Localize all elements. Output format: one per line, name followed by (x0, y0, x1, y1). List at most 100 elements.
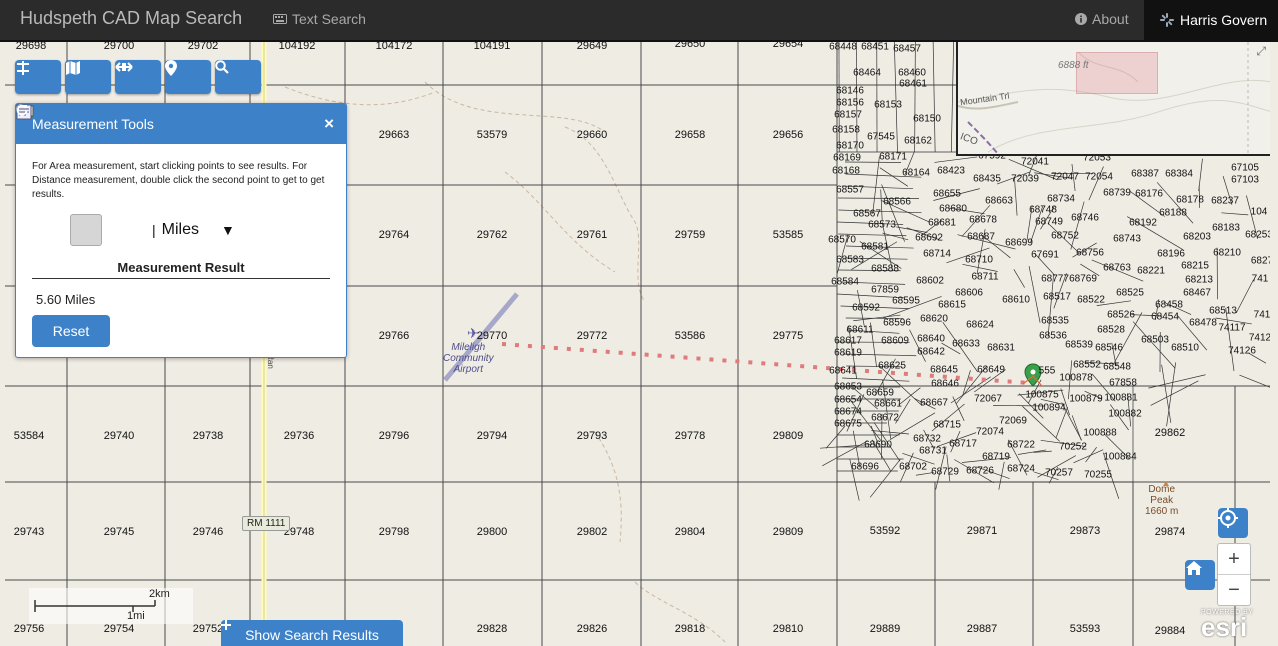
parcel-label-small: 68619 (834, 347, 862, 359)
parcel-label-small: 68171 (879, 151, 907, 163)
peak-line-1: Dome (1148, 484, 1176, 495)
parcel-label: 29804 (674, 526, 706, 538)
location-tool-button[interactable] (16, 104, 140, 245)
parcel-label-small: 68672 (871, 412, 899, 424)
parcel-label-small: 68548 (1103, 361, 1131, 373)
parcel-label-small: 68503 (1141, 334, 1169, 346)
instructions: For Area measurement, start clicking poi… (32, 161, 325, 200)
parcel-label-small: 68631 (987, 342, 1015, 354)
parcel-label-small: 72067 (974, 393, 1002, 405)
parcel-label-small: 68169 (833, 152, 861, 164)
user-menu[interactable]: Harris Govern (1144, 0, 1278, 40)
overview-map[interactable]: 6888 ft Mountain Trl ICO ⤢ (956, 42, 1270, 156)
parcel-label-small: 68573 (868, 219, 896, 231)
measure-button[interactable] (115, 60, 161, 94)
parcel-label-small: 104 (1250, 206, 1268, 218)
about-link[interactable]: About (1075, 11, 1129, 27)
parcel-label-small: 68732 (913, 433, 941, 445)
parcel-label-small: 100894 (1032, 402, 1066, 414)
map-view[interactable]: ✈ 29698 29700 29702 104192 104172 104191 29649… (5, 42, 1270, 646)
parcel-label-small: 68719 (982, 451, 1010, 463)
parcel-label-small: 68583 (836, 254, 864, 266)
layers-button[interactable] (15, 60, 61, 94)
parcel-label-small: 100882 (1108, 408, 1142, 420)
basemap-button[interactable] (65, 60, 111, 94)
parcel-label-small: 68699 (1005, 237, 1033, 249)
parcel-label-small: 68606 (955, 287, 983, 299)
parcel-label-small: 68611 (846, 324, 874, 336)
parcel-label-small: 100888 (1083, 427, 1117, 439)
parcel-label-small: 68536 (1039, 330, 1067, 342)
parcel-label-small: 68739 (1103, 187, 1131, 199)
parcel-label-small: 68454 (1151, 311, 1179, 323)
parcel-label-small: 68624 (966, 319, 994, 331)
parcel-label-small: 68458 (1155, 299, 1183, 311)
parcel-label-small: 68213 (1185, 274, 1213, 286)
parcel-label-small: 68752 (1051, 230, 1079, 242)
parcel-label-small: 6827 (1250, 255, 1270, 267)
area-tool-button[interactable] (17, 106, 62, 245)
parcel-label-small: 68535 (1041, 315, 1069, 327)
parcel-label-small: 68645 (930, 364, 958, 376)
esri-logo-text: esri (1201, 612, 1248, 642)
parcel-label-small: 67103 (1231, 174, 1259, 186)
parcel-label: 53592 (869, 525, 901, 537)
parcel-label-small: 68722 (1007, 439, 1035, 451)
parcel-label: 53585 (772, 229, 804, 241)
parcel-label-small: 68729 (931, 466, 959, 478)
units-dropdown[interactable]: | Miles ▼ (152, 221, 235, 239)
esri-logo: POWERED BY esri (1201, 609, 1253, 642)
location-button[interactable] (165, 60, 211, 94)
search-button[interactable] (215, 60, 261, 94)
parcel-label: 29650 (674, 42, 706, 50)
zoom-in-button[interactable]: + (1218, 544, 1250, 575)
parcel-label: 29775 (772, 330, 804, 342)
parcel-label-small: 68667 (920, 397, 948, 409)
parcel-label-small: 68221 (1137, 265, 1165, 277)
parcel-label-small: 68210 (1213, 247, 1241, 259)
parcel-label-small: 68170 (836, 140, 864, 152)
parcel-label-small: 68557 (836, 184, 864, 196)
parcel-label-small: 68702 (899, 461, 927, 473)
overview-elevation: 6888 ft (1058, 60, 1089, 71)
spinner-icon (1160, 13, 1174, 27)
parcel-label: 104191 (473, 42, 511, 52)
scale-km-label: 2km (149, 588, 170, 600)
result-value: 5.60 Miles (36, 292, 96, 307)
parcel-label-small: 68680 (939, 203, 967, 215)
overview-extent[interactable] (1076, 52, 1158, 94)
distance-tool-button[interactable] (16, 105, 102, 246)
refresh-icon (16, 104, 28, 116)
text-search-link[interactable]: Text Search (273, 11, 366, 27)
parcel-label-small: 68203 (1183, 231, 1211, 243)
parcel-label-small: 68653 (834, 381, 862, 393)
parcel-label: 29656 (772, 129, 804, 141)
parcel-label-small: 68615 (938, 299, 966, 311)
parcel-label-small: 68655 (933, 188, 961, 200)
parcel-label-small: 68517 (1043, 291, 1071, 303)
zoom-out-button[interactable]: − (1218, 575, 1250, 605)
app-title[interactable]: Hudspeth CAD Map Search (20, 8, 242, 29)
reset-button[interactable]: Reset (16, 104, 110, 347)
locate-button[interactable] (1218, 508, 1248, 538)
expand-icon[interactable]: ⤢ (1256, 44, 1266, 59)
parcel-label: 104192 (278, 42, 316, 52)
parcel-label-small: 68726 (966, 465, 994, 477)
home-button[interactable] (1185, 560, 1215, 590)
parcel-label: 29756 (13, 623, 45, 635)
parcel-label-small: 68192 (1129, 217, 1157, 229)
parcel-label-small: 67105 (1231, 162, 1259, 174)
parcel-label-small: 68566 (883, 196, 911, 208)
panel-title-wrap: Measurement Tools (16, 104, 154, 132)
parcel-label: 29778 (674, 430, 706, 442)
show-search-results-button[interactable]: Show Search Results (221, 620, 403, 646)
parcel-label-small: 68176 (1135, 188, 1163, 200)
parcel-label-small: 68157 (834, 109, 862, 121)
keyboard-icon (273, 14, 287, 24)
airport-line-3: Airport (453, 364, 484, 375)
parcel-label-small: 68769 (1069, 273, 1097, 285)
parcel-label: 29794 (476, 430, 508, 442)
parcel-label-small: 68584 (831, 276, 859, 288)
parcel-label: 29740 (103, 430, 135, 442)
close-button[interactable]: × (324, 114, 334, 134)
